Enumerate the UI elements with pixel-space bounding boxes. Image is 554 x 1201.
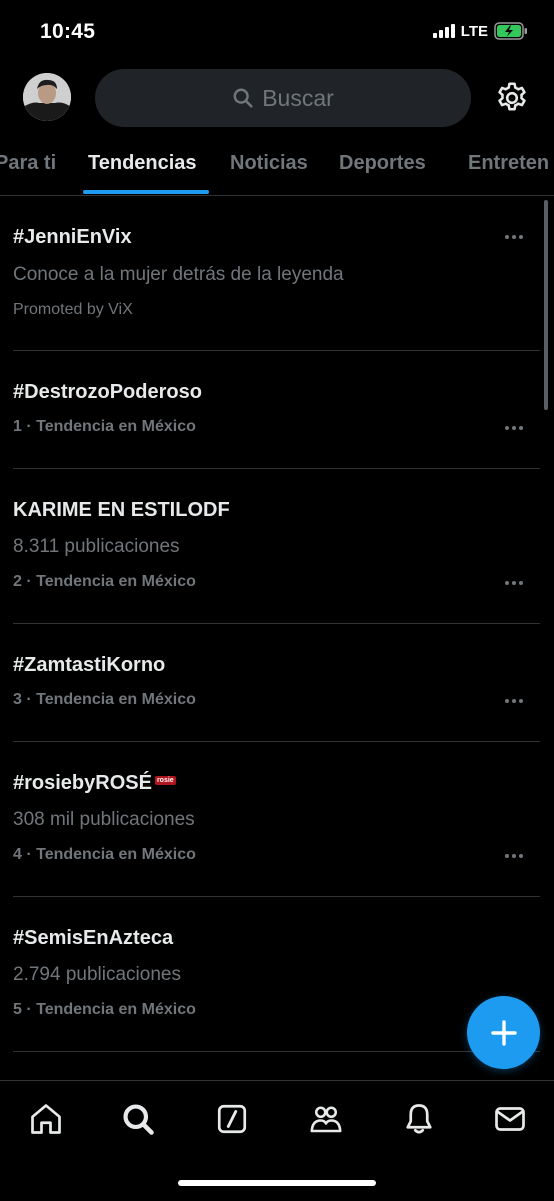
tab-entretenimiento[interactable]: Entreten (468, 152, 549, 175)
trend-title: #SemisEnAzteca (13, 927, 174, 949)
communities-icon[interactable] (308, 1101, 344, 1137)
home-indicator[interactable] (178, 1180, 376, 1186)
trend-meta: 4 · Tendencia en México (13, 846, 196, 863)
trend-item[interactable]: #ZamtastiKorno 3 · Tendencia en México (13, 624, 540, 742)
trend-title: KARIME EN ESTILODF (13, 499, 230, 521)
status-time: 10:45 (40, 20, 96, 43)
promoted-label: Promoted by ViX (13, 301, 133, 318)
search-icon (233, 88, 253, 108)
trend-title: #DestrozoPoderoso (13, 381, 202, 403)
trend-subtitle: 8.311 publicaciones (13, 536, 180, 557)
battery-charging-icon (494, 22, 527, 40)
trend-meta: 1 · Tendencia en México (13, 418, 196, 435)
tab-para-ti[interactable]: Para ti (0, 152, 56, 175)
trend-subtitle: 2.794 publicaciones (13, 964, 181, 985)
trend-item[interactable]: #JenniEnVix Conoce a la mujer detrás de … (13, 196, 540, 351)
trend-item[interactable]: #SemisEnAzteca 2.794 publicaciones 5 · T… (13, 897, 540, 1052)
profile-photo-icon (23, 73, 71, 121)
messages-icon[interactable] (492, 1101, 528, 1137)
trend-item[interactable]: #DestrozoPoderoso 1 · Tendencia en Méxic… (13, 351, 540, 469)
gear-icon[interactable] (494, 80, 530, 116)
network-label: LTE (460, 22, 488, 40)
trend-item[interactable]: #rosiebyROSÉ rosie 308 mil publicaciones … (13, 742, 540, 897)
rosie-emoji-badge: rosie (154, 776, 176, 786)
more-options-icon[interactable] (502, 578, 526, 588)
scrollbar[interactable] (544, 200, 548, 410)
home-icon[interactable] (28, 1101, 64, 1137)
trend-subtitle: 308 mil publicaciones (13, 809, 195, 830)
more-options-icon[interactable] (502, 696, 526, 706)
plus-icon (490, 1019, 517, 1046)
grok-icon[interactable] (214, 1101, 250, 1137)
search-icon[interactable] (120, 1101, 156, 1137)
notifications-icon[interactable] (401, 1101, 437, 1137)
avatar[interactable] (23, 73, 71, 121)
search-input[interactable]: Buscar (95, 69, 471, 127)
trend-subtitle: Conoce a la mujer detrás de la leyenda (13, 264, 344, 285)
trend-meta: 5 · Tendencia en México (13, 1001, 196, 1018)
more-options-icon[interactable] (502, 851, 526, 861)
tab-noticias[interactable]: Noticias (230, 152, 308, 175)
compose-button[interactable] (467, 996, 540, 1069)
active-tab-indicator (83, 190, 209, 194)
status-bar: 10:45 LTE (0, 0, 554, 62)
trend-meta: 2 · Tendencia en México (13, 573, 196, 590)
signal-icon (432, 24, 455, 38)
tab-bar: Para ti Tendencias Noticias Deportes Ent… (0, 140, 554, 196)
more-options-icon[interactable] (502, 423, 526, 433)
trend-title: #ZamtastiKorno (13, 654, 166, 676)
status-indicators: LTE (432, 22, 528, 40)
trend-title-text: #rosiebyROSÉ (13, 772, 152, 794)
search-placeholder: Buscar (262, 84, 334, 111)
tab-deportes[interactable]: Deportes (339, 152, 426, 175)
tab-tendencias[interactable]: Tendencias (88, 152, 197, 175)
more-options-icon[interactable] (502, 232, 526, 242)
trend-title: #rosiebyROSÉ rosie (13, 772, 176, 795)
trend-meta: 3 · Tendencia en México (13, 691, 196, 708)
trend-title: #JenniEnVix (13, 226, 132, 248)
trend-item[interactable]: KARIME EN ESTILODF 8.311 publicaciones 2… (13, 469, 540, 624)
